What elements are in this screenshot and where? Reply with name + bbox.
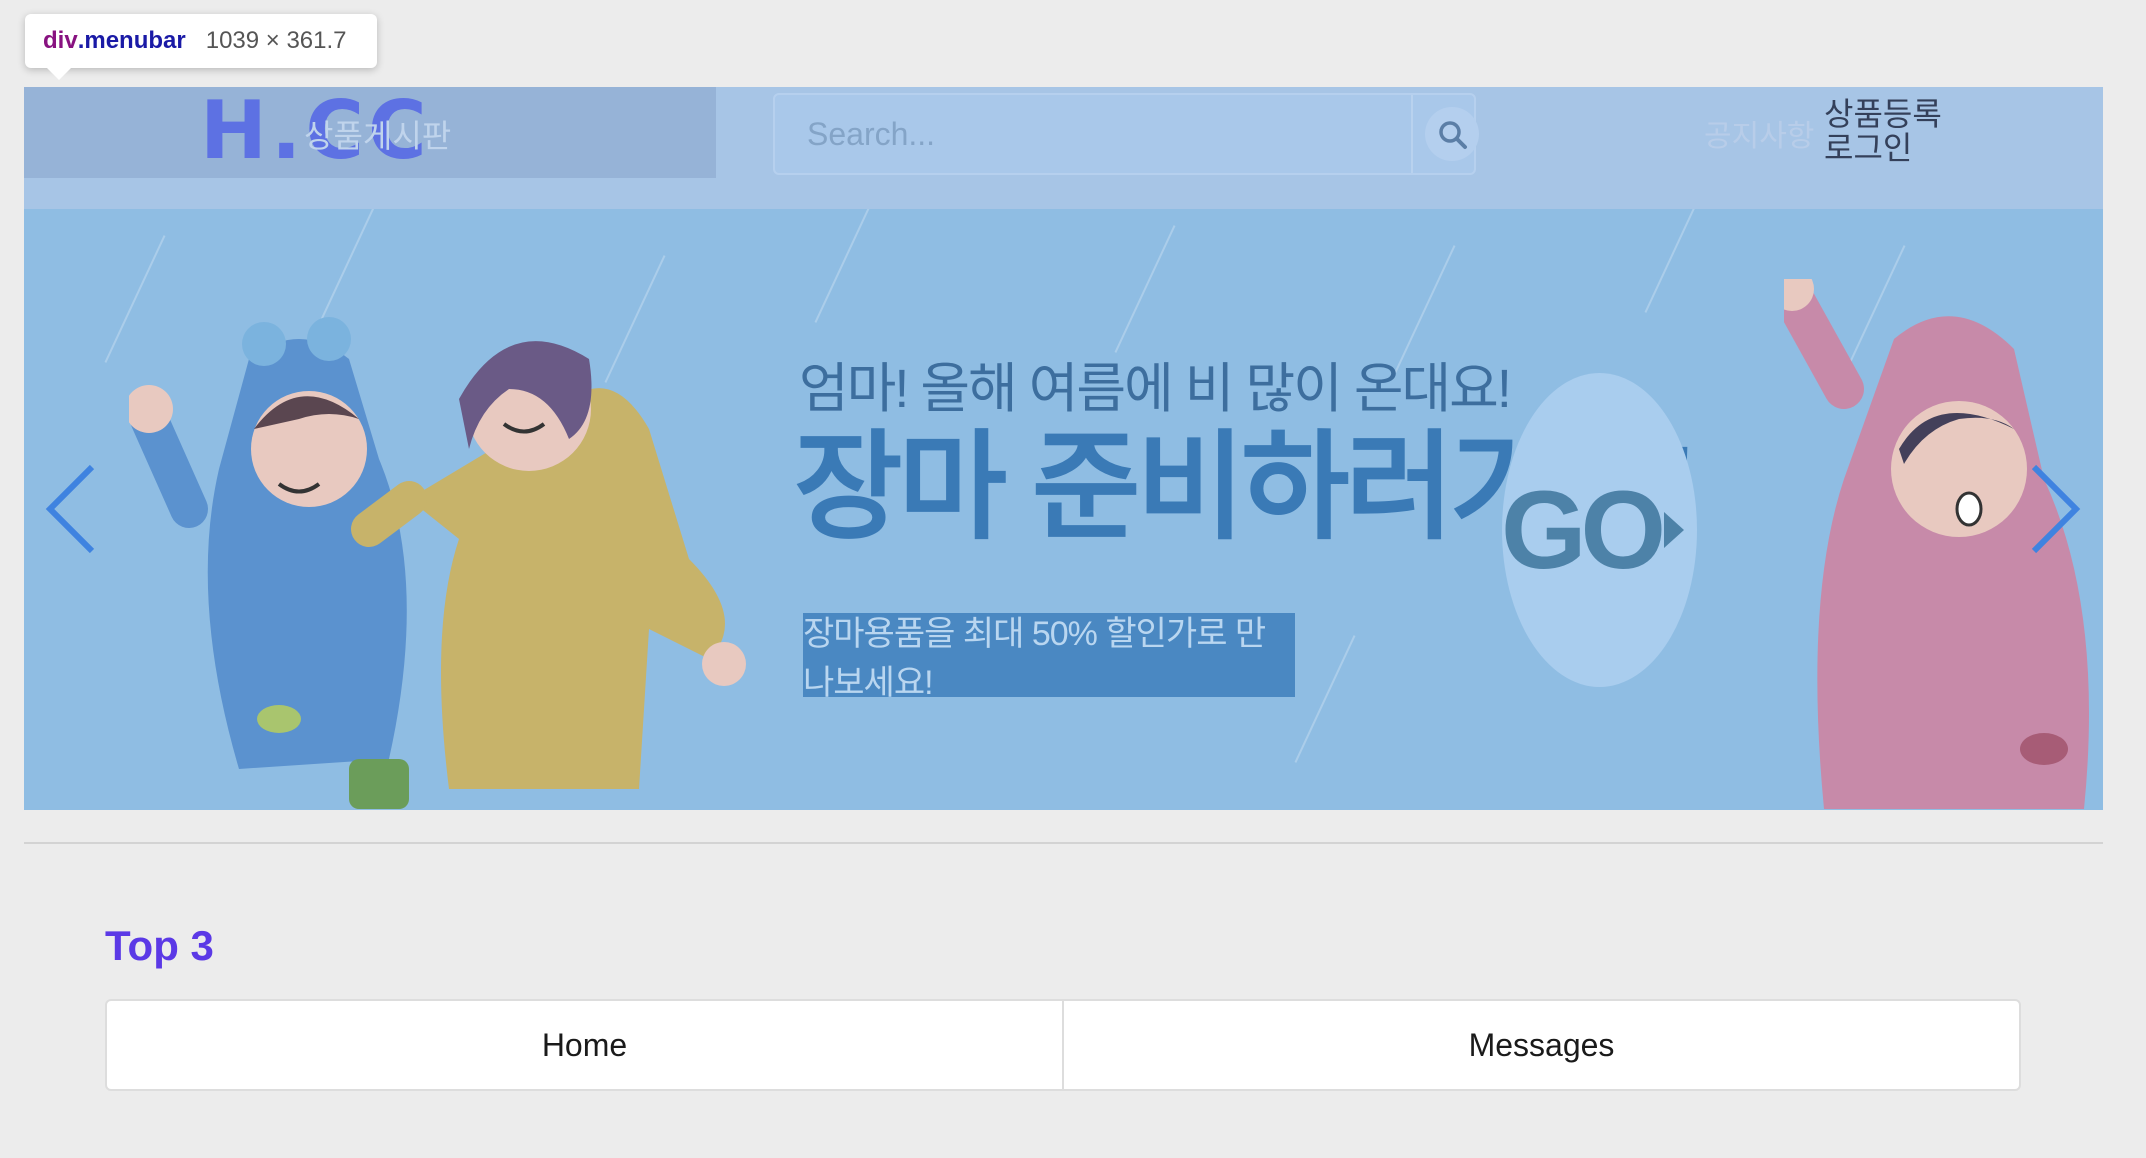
go-label: GO xyxy=(1500,468,1666,592)
logo-block: H.CC 상품게시판 xyxy=(24,87,716,178)
menubar: H.CC 상품게시판 공지사항 상품등록 로그인 xyxy=(24,87,2103,209)
banner-tagline: 장마용품을 최대 50% 할인가로 만나보세요! xyxy=(803,613,1295,702)
devtools-inspect-tooltip: div .menubar 1039 × 361.7 xyxy=(25,14,377,80)
notice-link[interactable]: 공지사항 xyxy=(1704,111,1814,155)
section-divider xyxy=(24,842,2103,844)
search-input[interactable] xyxy=(777,97,1407,171)
rain-decoration xyxy=(1294,635,1356,763)
search-divider xyxy=(1411,95,1413,173)
tooltip-dimensions: 1039 × 361.7 xyxy=(205,27,347,54)
top3-tabs: Home Messages xyxy=(105,999,2021,1091)
search-icon xyxy=(1439,121,1467,149)
play-arrow-icon xyxy=(1664,512,1685,548)
tooltip-class: .menubar xyxy=(77,27,186,54)
rain-decoration xyxy=(1644,209,1706,313)
register-product-link[interactable]: 상품등록 xyxy=(1824,97,1942,131)
rain-decoration xyxy=(814,209,876,323)
search-bar xyxy=(773,93,1479,175)
product-board-link[interactable]: 상품게시판 xyxy=(304,111,451,157)
tab-messages[interactable]: Messages xyxy=(1062,1001,2019,1089)
chevron-left-icon[interactable] xyxy=(42,461,102,557)
search-button[interactable] xyxy=(1425,107,1479,161)
tooltip-tag: div xyxy=(43,27,78,54)
rain-decoration xyxy=(1114,225,1176,353)
kids-illustration xyxy=(129,317,746,809)
top3-heading: Top 3 xyxy=(105,922,214,969)
login-link[interactable]: 로그인 xyxy=(1824,131,1942,165)
banner-carousel: 엄마! 올해 여름에 비 많이 온대요! 장마 준비하러가요! 장마용품을 최대… xyxy=(24,209,2103,810)
right-menu: 상품등록 로그인 xyxy=(1824,97,1942,165)
go-button[interactable]: GO xyxy=(1500,373,1697,687)
banner-subtitle: 엄마! 올해 여름에 비 많이 온대요! xyxy=(799,359,1512,419)
chevron-right-icon[interactable] xyxy=(2024,461,2084,557)
tab-home[interactable]: Home xyxy=(107,1001,1062,1089)
